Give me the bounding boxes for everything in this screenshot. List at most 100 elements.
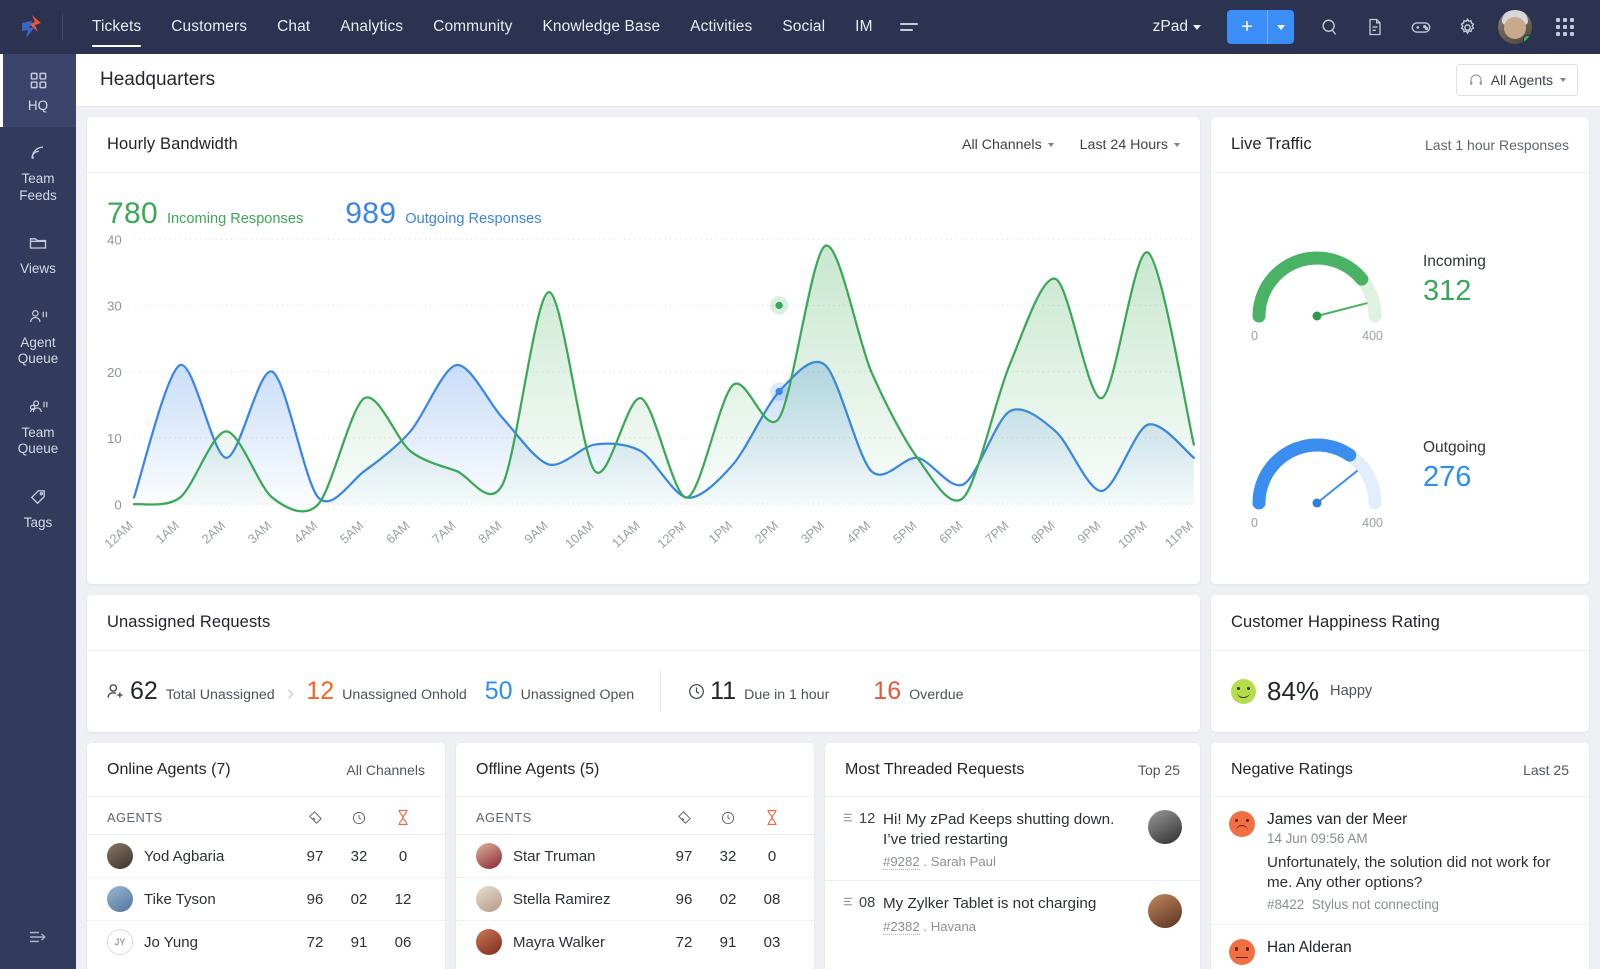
happiness-label: Happy [1330,683,1373,699]
chevron-down-icon[interactable] [1268,24,1294,30]
app-logo[interactable] [0,0,62,54]
card-header: Customer Happiness Rating [1211,595,1589,651]
metric-overdue[interactable]: 16 Overdue [873,677,963,706]
nav-item-chat[interactable]: Chat [262,0,325,54]
clock-icon [687,682,706,706]
feed-icon [2,141,74,165]
chevron-down-icon [1047,142,1054,147]
sidebar-item-team-feeds[interactable]: Team Feeds [0,127,76,217]
gauge-max-label: 400 [1362,515,1383,530]
thread-lines-icon [843,813,852,822]
chevron-right-separator: › [286,678,295,705]
gauge-max-label: 400 [1362,329,1383,344]
thread-body: My Zylker Tablet is not charging #2382 .… [883,894,1148,935]
table-row[interactable]: Mayra Walker 72 91 03 [456,920,814,963]
apps-button[interactable] [1544,6,1586,48]
gauge-outgoing: 0 400 Outgoing 276 [1211,403,1589,531]
card-header: Offline Agents (5) [456,743,814,797]
rating-meta: #8422 Stylus not connecting [1267,897,1571,912]
nav-item-customers[interactable]: Customers [156,0,262,54]
hourly-bandwidth-card: Hourly Bandwidth All Channels Last 24 Ho… [87,117,1200,584]
agent-tickets: 96 [675,890,693,908]
avatar [107,843,133,869]
gauge-dial: 0 400 [1237,403,1397,531]
metric-total-unassigned[interactable]: 62 Total Unassigned [130,677,275,706]
legend-incoming: 780 Incoming Responses [107,197,303,231]
table-row[interactable]: Tike Tyson 96 02 12 [87,877,445,920]
nav-label: IM [855,18,873,35]
list-item[interactable]: Han Alderan [1211,924,1589,969]
time-filter-label: Last 24 Hours [1079,136,1168,153]
metric-due-in-1-hour[interactable]: 11 Due in 1 hour [710,677,829,706]
notes-button[interactable] [1354,6,1396,48]
negative-ratings-card: Negative Ratings Last 25 James van der M… [1211,743,1589,969]
agent-filter-dropdown[interactable]: All Agents [1455,64,1578,96]
sidebar-item-agent-queue[interactable]: Agent Queue [0,291,76,381]
agent-overdue: 06 [394,933,412,951]
agent-name: Tike Tyson [144,890,216,908]
settings-button[interactable] [1446,6,1488,48]
sidebar-item-team-queue[interactable]: Team Queue [0,381,76,471]
top-navigation-bar: Tickets Customers Chat Analytics Communi… [0,0,1600,54]
metric-label: Total Unassigned [165,686,275,703]
nav-item-im[interactable]: IM [840,0,887,54]
chevron-down-icon [1193,24,1201,30]
list-item[interactable]: 08 My Zylker Tablet is not charging #238… [825,880,1200,944]
card-title: Unassigned Requests [107,613,271,631]
avatar [476,886,502,912]
ticket-subject: Stylus not connecting [1311,897,1439,913]
hamburger-more-icon [899,23,918,31]
app-body: HQ Team Feeds Views Agent Queue Team Que… [0,54,1600,969]
table-row[interactable]: Stella Ramirez 96 02 08 [456,877,814,920]
svg-text:12PM: 12PM [654,518,689,552]
gauge-scale: 0 400 [1237,516,1397,531]
time-filter-dropdown[interactable]: Last 24 Hours [1080,137,1180,153]
sidebar-item-tags[interactable]: Tags [0,471,76,544]
sidebar-item-label: Agent Queue [17,334,59,367]
add-new-button[interactable]: + [1227,10,1294,44]
list-item[interactable]: James van der Meer 14 Jun 09:56 AM Unfor… [1211,797,1589,924]
metric-unassigned-open[interactable]: 50 Unassigned Open [485,677,634,706]
table-row[interactable]: Star Truman 97 32 0 [456,834,814,877]
sidebar-item-views[interactable]: Views [0,217,76,290]
metric-divider [660,670,662,712]
card-subtitle[interactable]: All Channels [346,762,425,778]
user-avatar[interactable] [1498,10,1532,44]
nav-item-activities[interactable]: Activities [675,0,767,54]
nav-more-button[interactable] [888,0,930,54]
outgoing-label: Outgoing Responses [405,211,542,227]
channel-filter-dropdown[interactable]: All Channels [962,137,1054,153]
chart-labels: 0 10 20 30 40 12AM 1AM 2AM 3AM 4AM 5AM 6AM 7AM 8AM 9AM… [101,232,1196,552]
bandwidth-area-chart[interactable]: 0 10 20 30 40 12AM 1AM 2AM 3AM 4AM 5AM 6AM 7AM 8AM 9AM… [87,231,1200,584]
agent-queue-icon [2,305,74,329]
card-subtitle[interactable]: Top 25 [1138,762,1180,778]
department-selector[interactable]: zPad [1141,18,1213,36]
gauge-readout: Incoming 312 [1423,253,1486,308]
nav-item-tickets[interactable]: Tickets [77,0,156,54]
dashboard-scroll-area[interactable]: Hourly Bandwidth All Channels Last 24 Ho… [76,107,1600,969]
svg-text:7AM: 7AM [429,518,459,547]
nav-item-social[interactable]: Social [767,0,840,54]
nav-item-analytics[interactable]: Analytics [325,0,418,54]
agent-time: 02 [350,890,368,908]
sidebar-item-hq[interactable]: HQ [0,54,76,128]
nav-item-community[interactable]: Community [418,0,527,54]
game-button[interactable] [1400,6,1442,48]
agent-overdue: 0 [398,847,408,865]
table-row[interactable]: Yod Agbaria 97 32 0 [87,834,445,877]
main-nav: Tickets Customers Chat Analytics Communi… [77,0,930,54]
list-item[interactable]: 12 Hi! My zPad Keeps shutting down. I’ve… [825,797,1200,880]
table-row[interactable]: JY Jo Yung 72 91 06 [87,920,445,963]
smiley-happy-icon [1231,678,1256,704]
sidebar-collapse-button[interactable] [0,909,76,969]
dot-separator: . [923,918,928,934]
chevron-down-icon [1174,142,1180,147]
search-button[interactable] [1308,6,1350,48]
rating-body: James van der Meer 14 Jun 09:56 AM Unfor… [1267,811,1571,912]
metric-unassigned-onhold[interactable]: 12 Unassigned Onhold [306,677,466,706]
threaded-list: 12 Hi! My zPad Keeps shutting down. I’ve… [825,797,1200,945]
offline-agents-card: Offline Agents (5) AGENTS Star Truman 97… [456,743,814,969]
nav-item-knowledge-base[interactable]: Knowledge Base [527,0,675,54]
dashboard-row-2: Unassigned Requests 62 Total Unassigned … [87,595,1589,732]
card-subtitle[interactable]: Last 25 [1523,762,1569,778]
